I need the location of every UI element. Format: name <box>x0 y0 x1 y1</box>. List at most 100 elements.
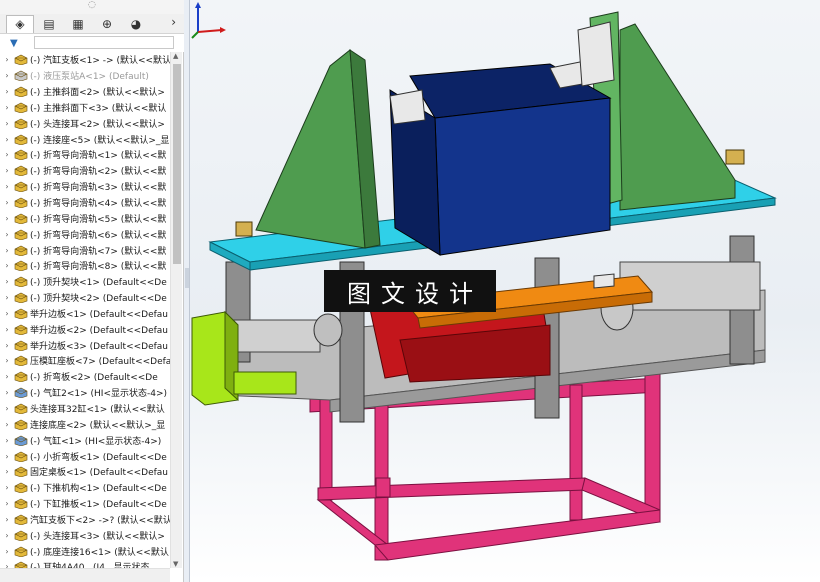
expand-arrow-icon[interactable]: › <box>0 182 14 191</box>
tree-item[interactable]: › (-) 气缸2<1> (HI<显示状态-4>) <box>0 385 170 401</box>
splitter-grip-icon[interactable] <box>185 268 189 288</box>
tree-item-label: (-) 折弯导向滑轨<1> (默认<<默 <box>30 151 167 162</box>
expand-arrow-icon[interactable]: › <box>0 531 14 540</box>
tree-item[interactable]: › 举升边板<3> (Default<<Defau <box>0 337 170 353</box>
tree-item[interactable]: › (-) 头连接耳<2> (默认<<默认> <box>0 115 170 131</box>
tree-item[interactable]: › (-) 折弯导向滑轨<2> (默认<<默 <box>0 163 170 179</box>
tree-item-label: (-) 主推斜面<2> (默认<<默认> <box>30 88 165 99</box>
tree-item[interactable]: › (-) 主推斜面<2> (默认<<默认> <box>0 84 170 100</box>
tree-item[interactable]: › 固定桌板<1> (Default<<Defau <box>0 464 170 480</box>
tree-item[interactable]: › (-) 下缸推板<1> (Default<<De <box>0 496 170 512</box>
property-manager-icon[interactable]: ▤ <box>35 15 63 33</box>
expand-arrow-icon[interactable]: › <box>0 420 14 429</box>
expand-arrow-icon[interactable]: › <box>0 436 14 445</box>
tree-item[interactable]: › (-) 头连接耳<3> (默认<<默认> <box>0 527 170 543</box>
expand-arrow-icon[interactable]: › <box>0 87 14 96</box>
expand-arrow-icon[interactable]: › <box>0 388 14 397</box>
tree-item[interactable]: › (-) 折弯导向滑轨<7> (默认<<默 <box>0 242 170 258</box>
feature-manager-icon[interactable]: ◈ <box>6 14 34 33</box>
tree-item-label: (-) 折弯导向滑轨<3> (默认<<默 <box>30 183 167 194</box>
tree-vertical-scrollbar[interactable]: ▲ ▼ <box>170 52 182 568</box>
manager-tabs: ◈ ▤ ▦ ⊕ ◕ › <box>0 14 184 34</box>
tree-item[interactable]: › (-) 下推机构<1> (Default<<De <box>0 480 170 496</box>
part-icon <box>14 245 28 256</box>
tree-item-label: (-) 主推斜面下<3> (默认<<默认 <box>30 103 167 114</box>
tree-item[interactable]: › (-) 气缸<1> (HI<显示状态-4>) <box>0 432 170 448</box>
tree-item-label: 汽缸支板下<2> ->? (默认<<默认 <box>30 515 170 526</box>
tree-item-label: (-) 液压泵站A<1> (Default) <box>30 72 149 83</box>
tree-item[interactable]: › (-) 主推斜面下<3> (默认<<默认 <box>0 100 170 116</box>
tree-item-label: (-) 连接座<5> (默认<<默认>_显 <box>30 135 170 146</box>
dimxpert-icon[interactable]: ⊕ <box>93 15 121 33</box>
expand-arrow-icon[interactable]: › <box>0 341 14 350</box>
tree-item-label: (-) 气缸<1> (HI<显示状态-4>) <box>30 436 162 447</box>
part-icon <box>14 561 28 568</box>
filter-input[interactable] <box>34 36 174 49</box>
tree-item[interactable]: › 汽缸支板下<2> ->? (默认<<默认 <box>0 511 170 527</box>
scroll-up-icon[interactable]: ▲ <box>173 52 178 60</box>
tree-item[interactable]: › (-) 小折弯板<1> (Default<<De <box>0 448 170 464</box>
expand-arrow-icon[interactable]: › <box>0 150 14 159</box>
part-icon <box>14 340 28 351</box>
part-icon-suppressed <box>14 70 28 82</box>
expand-arrow-icon[interactable]: › <box>0 55 14 64</box>
tree-item[interactable]: › (-) 折弯导向滑轨<3> (默认<<默 <box>0 179 170 195</box>
filter-icon[interactable]: ▼ <box>10 38 18 49</box>
tree-item[interactable]: › (-) 折弯导向滑轨<8> (默认<<默 <box>0 258 170 274</box>
expand-arrow-icon[interactable]: › <box>0 356 14 365</box>
tree-item[interactable]: › (-) 底座连接16<1> (默认<<默认 <box>0 543 170 559</box>
scroll-thumb[interactable] <box>173 64 181 264</box>
expand-arrow-icon[interactable]: › <box>0 277 14 286</box>
expand-arrow-icon[interactable]: › <box>0 214 14 223</box>
display-manager-icon[interactable]: ◕ <box>122 15 150 33</box>
graphics-viewport[interactable]: 图文设计 <box>190 0 820 582</box>
expand-arrow-icon[interactable]: › <box>0 261 14 270</box>
expand-arrow-icon[interactable]: › <box>0 198 14 207</box>
tree-item[interactable]: › (-) 连接座<5> (默认<<默认>_显 <box>0 131 170 147</box>
expand-arrow-icon[interactable]: › <box>0 135 14 144</box>
axis-triad-icon <box>191 2 226 39</box>
expand-arrow-icon[interactable]: › <box>0 467 14 476</box>
tree-item-label: (-) 折弯导向滑轨<2> (默认<<默 <box>30 167 167 178</box>
expand-arrow-icon[interactable]: › <box>0 309 14 318</box>
expand-arrow-icon[interactable]: › <box>0 547 14 556</box>
expand-arrow-icon[interactable]: › <box>0 404 14 413</box>
expand-arrow-icon[interactable]: › <box>0 372 14 381</box>
tree-item[interactable]: › (-) 折弯导向滑轨<4> (默认<<默 <box>0 195 170 211</box>
tabs-more-icon[interactable]: › <box>171 15 176 29</box>
expand-arrow-icon[interactable]: › <box>0 71 14 80</box>
expand-arrow-icon[interactable]: › <box>0 293 14 302</box>
tree-item[interactable]: › 压模缸座板<7> (Default<<Defa <box>0 353 170 369</box>
tree-item[interactable]: › 连接底座<2> (默认<<默认>_显 <box>0 416 170 432</box>
expand-arrow-icon[interactable]: › <box>0 246 14 255</box>
tree-item[interactable]: ›(-) 耳轴4A40...(I4...显示状态 <box>0 559 170 568</box>
expand-arrow-icon[interactable]: › <box>0 325 14 334</box>
expand-arrow-icon[interactable]: › <box>0 483 14 492</box>
tree-item[interactable]: › (-) 液压泵站A<1> (Default) <box>0 68 170 84</box>
tree-item[interactable]: › 举升边板<2> (Default<<Defau <box>0 321 170 337</box>
tree-item[interactable]: › (-) 折弯导向滑轨<5> (默认<<默 <box>0 210 170 226</box>
tree-item[interactable]: › 头连接耳32缸<1> (默认<<默认 <box>0 401 170 417</box>
tree-item[interactable]: › (-) 顶升契块<1> (Default<<De <box>0 274 170 290</box>
tree-horizontal-scrollbar[interactable] <box>0 568 170 582</box>
tree-item[interactable]: › (-) 折弯导向滑轨<1> (默认<<默 <box>0 147 170 163</box>
tree-item-label: (-) 汽缸支板<1> -> (默认<<默认 <box>30 56 170 67</box>
expand-arrow-icon[interactable]: › <box>0 103 14 112</box>
expand-arrow-icon[interactable]: › <box>0 230 14 239</box>
tree-item-label: (-) 底座连接16<1> (默认<<默认 <box>30 547 169 558</box>
expand-arrow-icon[interactable]: › <box>0 515 14 524</box>
expand-arrow-icon[interactable]: › <box>0 499 14 508</box>
tree-item[interactable]: › (-) 汽缸支板<1> -> (默认<<默认 <box>0 52 170 68</box>
tree-item[interactable]: › (-) 折弯导向滑轨<6> (默认<<默 <box>0 226 170 242</box>
expand-arrow-icon[interactable]: › <box>0 119 14 128</box>
tree-item-label: (-) 折弯导向滑轨<4> (默认<<默 <box>30 199 167 210</box>
panel-header-bar: ◌ <box>0 0 184 14</box>
scroll-down-icon[interactable]: ▼ <box>173 560 178 568</box>
tree-item[interactable]: › (-) 折弯板<2> (Default<<De <box>0 369 170 385</box>
part-icon <box>14 86 28 98</box>
tree-item[interactable]: › (-) 顶升契块<2> (Default<<De <box>0 290 170 306</box>
configuration-manager-icon[interactable]: ▦ <box>64 15 92 33</box>
expand-arrow-icon[interactable]: › <box>0 452 14 461</box>
tree-item[interactable]: › 举升边板<1> (Default<<Defau <box>0 306 170 322</box>
expand-arrow-icon[interactable]: › <box>0 166 14 175</box>
